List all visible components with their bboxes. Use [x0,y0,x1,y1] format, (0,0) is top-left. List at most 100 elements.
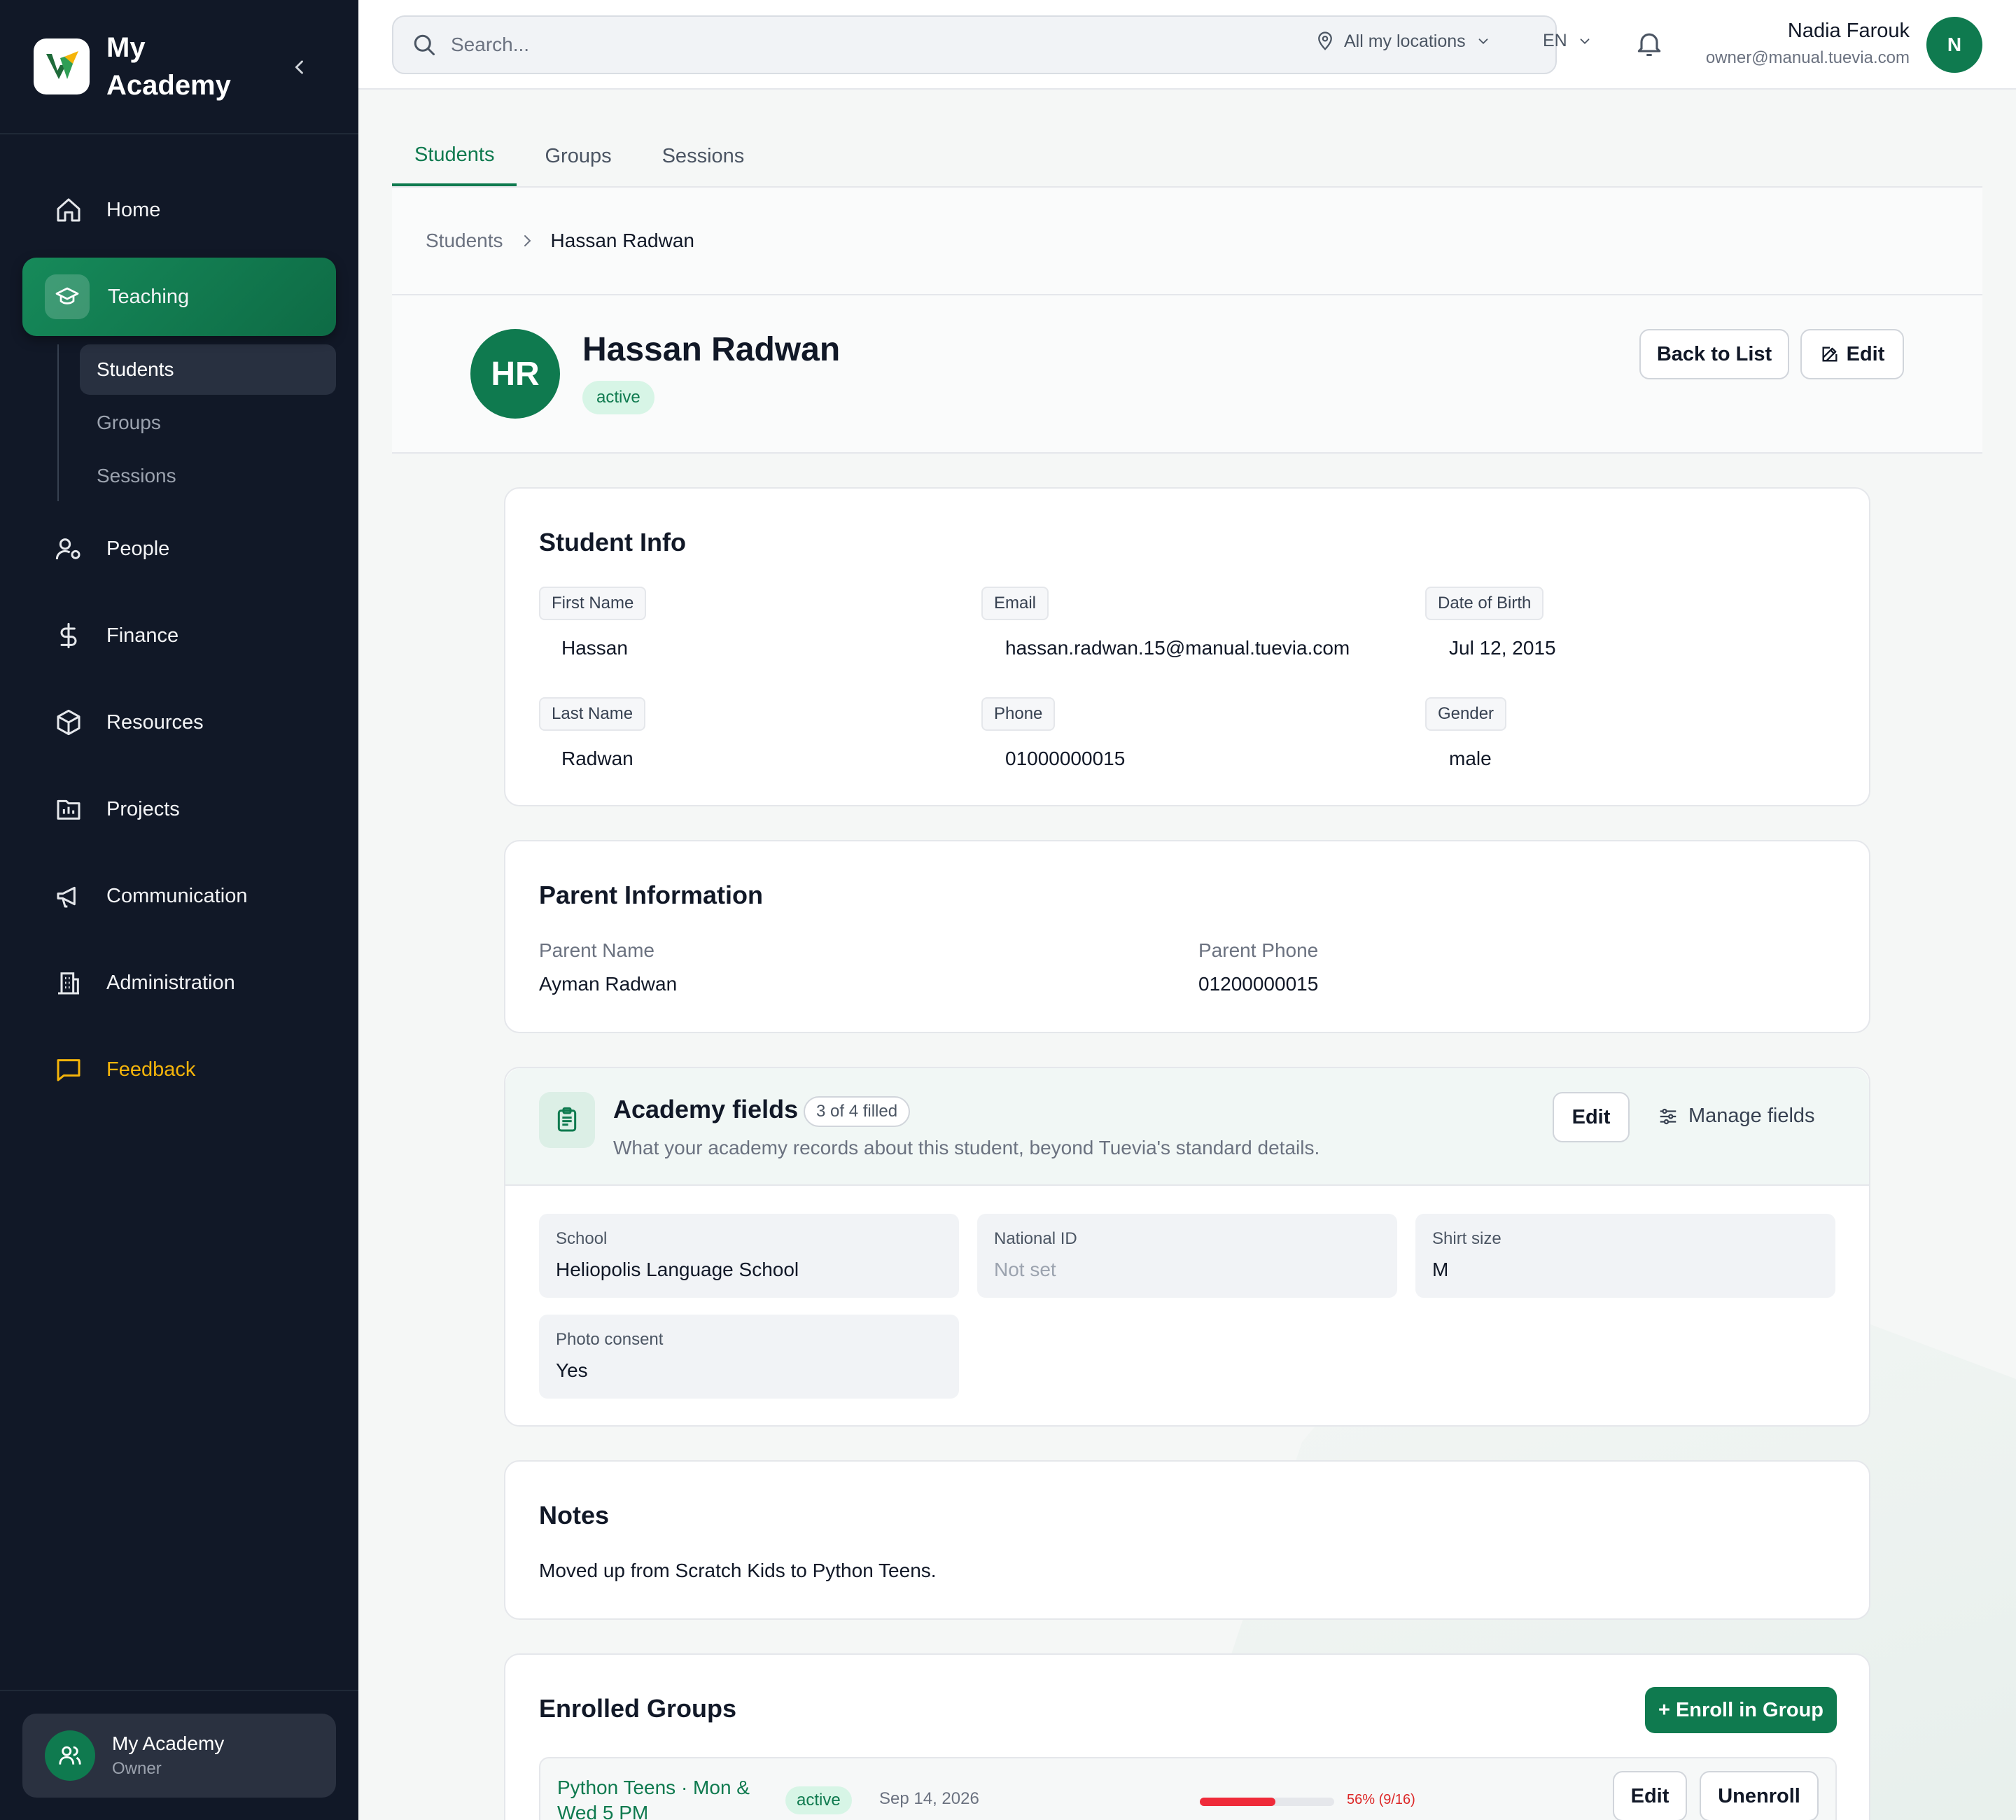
sidebar-item-feedback[interactable]: Feedback [22,1030,336,1109]
bell-icon [1637,33,1661,57]
attendance-progress-bar [1200,1798,1334,1806]
phone-value: 01000000015 [1005,748,1126,769]
sliders-icon [1660,1108,1676,1124]
tab-groups[interactable]: Groups [522,145,634,186]
folder-chart-icon [53,794,84,825]
map-pin-icon [1318,31,1332,50]
attendance-progress-label: 56% (9/16) [1347,1792,1415,1807]
status-badge: active [582,381,654,414]
sidebar-item-label: Resources [106,710,204,734]
megaphone-icon [53,881,84,911]
manage-fields-label: Manage fields [1688,1105,1815,1127]
collapse-sidebar-button[interactable] [286,53,314,81]
status-badge: active [785,1786,852,1814]
page-title: Hassan Radwan [582,331,841,368]
sidebar-subitem-sessions[interactable]: Sessions [80,451,336,501]
edit-academy-fields-button[interactable]: Edit [1553,1092,1630,1142]
enrolled-groups-card: Enrolled Groups + Enroll in Group Python… [504,1653,1870,1820]
sidebar-item-administration[interactable]: Administration [22,944,336,1022]
user-menu[interactable]: Nadia Farouk owner@manual.tuevia.com [1706,20,1910,68]
language-selector[interactable]: EN [1543,31,1592,51]
group-name-link[interactable]: Python Teens · Mon & Wed 5 PM [557,1775,750,1820]
breadcrumb-link-students[interactable]: Students [426,230,503,252]
chevron-left-icon [295,60,303,74]
card-title: Enrolled Groups [539,1694,737,1723]
academy-fields-subtitle: What your academy records about this stu… [613,1137,1320,1158]
first-name-label: First Name [539,587,647,620]
edit-enrollment-button[interactable]: Edit [1613,1771,1687,1820]
tab-students[interactable]: Students [392,144,517,186]
field-tile-photo-consent: Photo consent Yes [539,1315,959,1399]
divider [0,1690,358,1691]
edit-icon [1822,346,1837,362]
sidebar-subitem-students[interactable]: Students [80,344,336,395]
search-placeholder: Search... [451,34,530,55]
chevron-down-icon [1478,38,1488,45]
clipboard-icon [539,1092,595,1148]
tab-sessions[interactable]: Sessions [640,145,767,186]
sidebar-item-people[interactable]: People [22,510,336,588]
box-icon [53,707,84,738]
users-icon [45,1730,95,1781]
academy-logo[interactable] [34,38,90,94]
email-value: hassan.radwan.15@manual.tuevia.com [1005,637,1350,659]
edit-student-button[interactable]: Edit [1800,329,1904,379]
sidebar-item-label: Feedback [106,1058,196,1081]
building-icon [53,967,84,998]
gender-label: Gender [1425,697,1507,731]
field-label: Shirt size [1432,1229,1502,1248]
location-selector[interactable]: All my locations [1315,31,1491,52]
avatar: HR [470,329,560,419]
field-tile-shirt-size: Shirt size M [1415,1214,1835,1298]
breadcrumb: Students Hassan Radwan [392,188,1982,295]
edit-label: Edit [1846,342,1885,365]
email-label: Email [981,587,1049,620]
dob-value: Jul 12, 2015 [1449,637,1556,659]
academy-fields-title: Academy fields [613,1095,799,1124]
attendance-progress-fill [1200,1798,1275,1806]
user-gear-icon [53,533,84,564]
sidebar-item-label: Communication [106,884,248,907]
unenroll-button[interactable]: Unenroll [1700,1771,1819,1820]
enroll-in-group-button[interactable]: + Enroll in Group [1645,1687,1837,1733]
field-value: Heliopolis Language School [556,1259,799,1280]
field-value: Yes [556,1359,588,1381]
location-label: All my locations [1344,31,1466,51]
table-row[interactable]: Python Teens · Mon & Wed 5 PM active Sep… [539,1757,1837,1820]
app-name: My Academy [106,32,231,101]
sidebar-item-teaching[interactable]: Teaching [22,258,336,336]
back-to-list-button[interactable]: Back to List [1639,329,1789,379]
organization-switcher[interactable]: My Academy Owner [22,1714,336,1798]
sidebar-item-projects[interactable]: Projects [22,770,336,848]
notes-card: Notes Moved up from Scratch Kids to Pyth… [504,1460,1870,1620]
last-name-value: Radwan [561,748,634,769]
sidebar-item-resources[interactable]: Resources [22,683,336,762]
sidebar-item-home[interactable]: Home [22,171,336,249]
manage-fields-button[interactable]: Manage fields [1658,1105,1815,1128]
filled-count-badge: 3 of 4 filled [804,1096,911,1127]
avatar[interactable]: N [1926,17,1982,73]
sidebar-item-label: People [106,537,170,560]
sidebar-item-label: Administration [106,971,235,994]
organization-role: Owner [112,1759,162,1778]
brand: My Academy [0,0,358,134]
group-name-line: Python Teens · Mon & [557,1777,750,1798]
sidebar-subitem-groups[interactable]: Groups [80,398,336,448]
chat-bubble-icon [53,1054,84,1085]
notes-text: Moved up from Scratch Kids to Python Tee… [539,1560,937,1581]
sidebar-item-label: Finance [106,624,179,647]
parent-name-value: Ayman Radwan [539,973,678,995]
sidebar: My Academy Home Teaching Students Groups… [0,0,358,1820]
group-name-line: Wed 5 PM [557,1802,649,1820]
sidebar-item-communication[interactable]: Communication [22,857,336,935]
phone-label: Phone [981,697,1056,731]
field-label: National ID [994,1229,1077,1248]
main-content: Students Groups Sessions Students Hassan… [392,90,1982,454]
user-email: owner@manual.tuevia.com [1705,48,1910,67]
gender-value: male [1449,748,1492,769]
notifications-button[interactable] [1634,28,1665,62]
last-name-label: Last Name [539,697,646,731]
sidebar-item-finance[interactable]: Finance [22,596,336,675]
sidebar-item-label: Home [106,198,161,221]
field-label: Photo consent [556,1330,664,1349]
